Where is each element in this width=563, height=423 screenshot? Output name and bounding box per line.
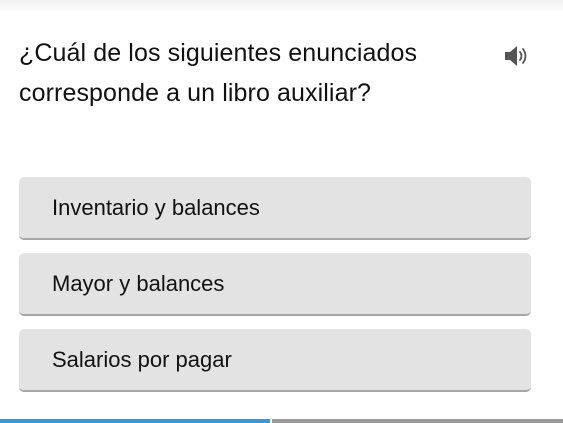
progress-bar-track: [272, 419, 563, 423]
answer-option-label: Salarios por pagar: [52, 346, 232, 372]
progress-bar-fill: [0, 419, 270, 423]
progress-bar: [0, 419, 563, 423]
question-text: ¿Cuál de los siguientes enunciados corre…: [19, 39, 418, 107]
answer-option-3[interactable]: Salarios por pagar: [19, 329, 531, 392]
answer-options: Inventario y balances Mayor y balances S…: [19, 177, 531, 405]
answer-option-label: Mayor y balances: [52, 270, 225, 296]
answer-option-1[interactable]: Inventario y balances: [19, 177, 531, 240]
answer-option-2[interactable]: Mayor y balances: [19, 253, 531, 316]
top-fade: [0, 0, 563, 14]
speaker-volume-icon[interactable]: [504, 44, 532, 68]
answer-option-label: Inventario y balances: [52, 194, 260, 220]
